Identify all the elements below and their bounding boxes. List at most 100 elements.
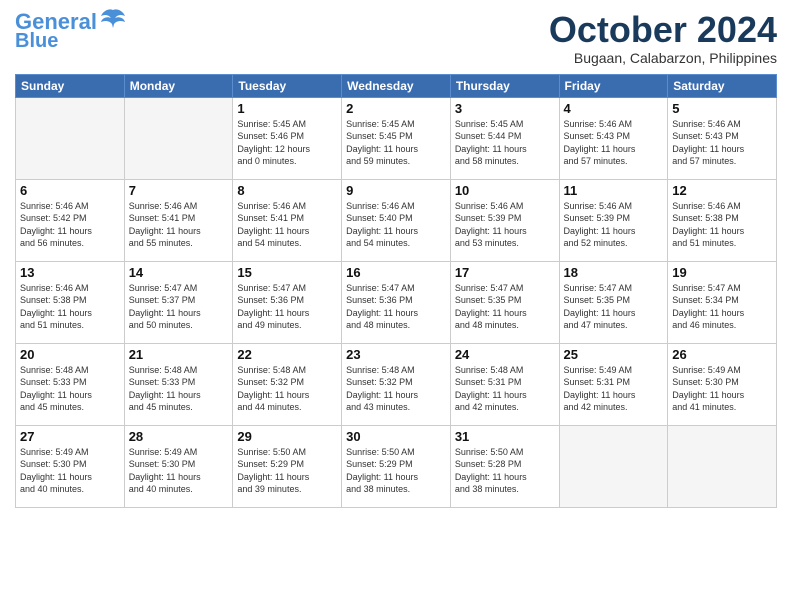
day-info: Sunrise: 5:45 AM Sunset: 5:45 PM Dayligh…: [346, 118, 446, 168]
calendar-cell: 12 Sunrise: 5:46 AM Sunset: 5:38 PM Dayli…: [668, 179, 777, 261]
day-number: 30: [346, 429, 446, 444]
day-info: Sunrise: 5:46 AM Sunset: 5:38 PM Dayligh…: [672, 200, 772, 250]
day-number: 21: [129, 347, 229, 362]
day-info: Sunrise: 5:47 AM Sunset: 5:35 PM Dayligh…: [455, 282, 555, 332]
day-info: Sunrise: 5:48 AM Sunset: 5:33 PM Dayligh…: [129, 364, 229, 414]
calendar-cell: 25 Sunrise: 5:49 AM Sunset: 5:31 PM Dayli…: [559, 343, 668, 425]
calendar-week-row: 1Sunrise: 5:45 AM Sunset: 5:46 PM Daylig…: [16, 97, 777, 179]
day-number: 25: [564, 347, 664, 362]
day-info: Sunrise: 5:46 AM Sunset: 5:43 PM Dayligh…: [672, 118, 772, 168]
day-number: 18: [564, 265, 664, 280]
calendar-cell: 19 Sunrise: 5:47 AM Sunset: 5:34 PM Dayli…: [668, 261, 777, 343]
day-info: Sunrise: 5:46 AM Sunset: 5:43 PM Dayligh…: [564, 118, 664, 168]
calendar-week-row: 13 Sunrise: 5:46 AM Sunset: 5:38 PM Dayli…: [16, 261, 777, 343]
month-title: October 2024: [549, 10, 777, 50]
day-info: Sunrise: 5:50 AM Sunset: 5:28 PM Dayligh…: [455, 446, 555, 496]
calendar-cell: 29 Sunrise: 5:50 AM Sunset: 5:29 PM Dayli…: [233, 425, 342, 507]
day-info: Sunrise: 5:47 AM Sunset: 5:36 PM Dayligh…: [237, 282, 337, 332]
day-number: 11: [564, 183, 664, 198]
day-info: Sunrise: 5:47 AM Sunset: 5:35 PM Dayligh…: [564, 282, 664, 332]
calendar-cell: 13 Sunrise: 5:46 AM Sunset: 5:38 PM Dayli…: [16, 261, 125, 343]
header: General Blue October 2024 Bugaan, Calaba…: [15, 10, 777, 66]
calendar-cell: 11 Sunrise: 5:46 AM Sunset: 5:39 PM Dayli…: [559, 179, 668, 261]
calendar-cell: 6 Sunrise: 5:46 AM Sunset: 5:42 PM Daylig…: [16, 179, 125, 261]
day-number: 17: [455, 265, 555, 280]
day-number: 13: [20, 265, 120, 280]
day-number: 14: [129, 265, 229, 280]
calendar-cell: 18 Sunrise: 5:47 AM Sunset: 5:35 PM Dayli…: [559, 261, 668, 343]
calendar-header-row: Sunday Monday Tuesday Wednesday Thursday…: [16, 74, 777, 97]
calendar-cell: 8 Sunrise: 5:46 AM Sunset: 5:41 PM Daylig…: [233, 179, 342, 261]
day-info: Sunrise: 5:47 AM Sunset: 5:34 PM Dayligh…: [672, 282, 772, 332]
calendar-cell: 21 Sunrise: 5:48 AM Sunset: 5:33 PM Dayli…: [124, 343, 233, 425]
day-number: 1: [237, 101, 337, 116]
day-number: 31: [455, 429, 555, 444]
day-info: Sunrise: 5:49 AM Sunset: 5:30 PM Dayligh…: [672, 364, 772, 414]
day-number: 19: [672, 265, 772, 280]
day-number: 5: [672, 101, 772, 116]
day-info: Sunrise: 5:50 AM Sunset: 5:29 PM Dayligh…: [237, 446, 337, 496]
calendar-cell: 2 Sunrise: 5:45 AM Sunset: 5:45 PM Daylig…: [342, 97, 451, 179]
day-info: Sunrise: 5:46 AM Sunset: 5:39 PM Dayligh…: [455, 200, 555, 250]
day-number: 2: [346, 101, 446, 116]
day-number: 22: [237, 347, 337, 362]
calendar-cell: [16, 97, 125, 179]
calendar-week-row: 6 Sunrise: 5:46 AM Sunset: 5:42 PM Daylig…: [16, 179, 777, 261]
calendar-cell: [559, 425, 668, 507]
day-info: Sunrise: 5:47 AM Sunset: 5:37 PM Dayligh…: [129, 282, 229, 332]
day-number: 8: [237, 183, 337, 198]
day-info: Sunrise: 5:49 AM Sunset: 5:30 PM Dayligh…: [129, 446, 229, 496]
day-info: Sunrise: 5:45 AM Sunset: 5:44 PM Dayligh…: [455, 118, 555, 168]
day-info: Sunrise: 5:46 AM Sunset: 5:41 PM Dayligh…: [129, 200, 229, 250]
day-number: 29: [237, 429, 337, 444]
calendar-cell: 26 Sunrise: 5:49 AM Sunset: 5:30 PM Dayli…: [668, 343, 777, 425]
col-wednesday: Wednesday: [342, 74, 451, 97]
day-info: Sunrise: 5:47 AM Sunset: 5:36 PM Dayligh…: [346, 282, 446, 332]
day-number: 24: [455, 347, 555, 362]
day-number: 6: [20, 183, 120, 198]
col-monday: Monday: [124, 74, 233, 97]
day-info: Sunrise: 5:49 AM Sunset: 5:31 PM Dayligh…: [564, 364, 664, 414]
calendar-cell: 9 Sunrise: 5:46 AM Sunset: 5:40 PM Daylig…: [342, 179, 451, 261]
day-info: Sunrise: 5:46 AM Sunset: 5:41 PM Dayligh…: [237, 200, 337, 250]
calendar-cell: 22Sunrise: 5:48 AM Sunset: 5:32 PM Dayli…: [233, 343, 342, 425]
logo: General Blue: [15, 10, 127, 52]
logo-blue: Blue: [15, 30, 58, 52]
col-thursday: Thursday: [450, 74, 559, 97]
calendar-cell: 28 Sunrise: 5:49 AM Sunset: 5:30 PM Dayli…: [124, 425, 233, 507]
calendar-cell: 15 Sunrise: 5:47 AM Sunset: 5:36 PM Dayli…: [233, 261, 342, 343]
day-info: Sunrise: 5:46 AM Sunset: 5:38 PM Dayligh…: [20, 282, 120, 332]
calendar-cell: 20Sunrise: 5:48 AM Sunset: 5:33 PM Dayli…: [16, 343, 125, 425]
calendar-cell: 10 Sunrise: 5:46 AM Sunset: 5:39 PM Dayli…: [450, 179, 559, 261]
day-number: 28: [129, 429, 229, 444]
day-number: 16: [346, 265, 446, 280]
day-number: 15: [237, 265, 337, 280]
day-info: Sunrise: 5:48 AM Sunset: 5:31 PM Dayligh…: [455, 364, 555, 414]
day-number: 10: [455, 183, 555, 198]
calendar-cell: 1Sunrise: 5:45 AM Sunset: 5:46 PM Daylig…: [233, 97, 342, 179]
col-tuesday: Tuesday: [233, 74, 342, 97]
day-info: Sunrise: 5:48 AM Sunset: 5:32 PM Dayligh…: [346, 364, 446, 414]
day-info: Sunrise: 5:46 AM Sunset: 5:39 PM Dayligh…: [564, 200, 664, 250]
day-info: Sunrise: 5:48 AM Sunset: 5:33 PM Dayligh…: [20, 364, 120, 414]
day-info: Sunrise: 5:46 AM Sunset: 5:40 PM Dayligh…: [346, 200, 446, 250]
calendar-cell: 16 Sunrise: 5:47 AM Sunset: 5:36 PM Dayli…: [342, 261, 451, 343]
calendar-week-row: 20Sunrise: 5:48 AM Sunset: 5:33 PM Dayli…: [16, 343, 777, 425]
location-subtitle: Bugaan, Calabarzon, Philippines: [549, 50, 777, 66]
col-friday: Friday: [559, 74, 668, 97]
calendar-cell: 17 Sunrise: 5:47 AM Sunset: 5:35 PM Dayli…: [450, 261, 559, 343]
day-number: 12: [672, 183, 772, 198]
day-info: Sunrise: 5:46 AM Sunset: 5:42 PM Dayligh…: [20, 200, 120, 250]
day-number: 26: [672, 347, 772, 362]
day-number: 3: [455, 101, 555, 116]
day-number: 4: [564, 101, 664, 116]
calendar-cell: 7 Sunrise: 5:46 AM Sunset: 5:41 PM Daylig…: [124, 179, 233, 261]
col-saturday: Saturday: [668, 74, 777, 97]
day-number: 9: [346, 183, 446, 198]
calendar-cell: 31 Sunrise: 5:50 AM Sunset: 5:28 PM Dayli…: [450, 425, 559, 507]
day-number: 23: [346, 347, 446, 362]
day-info: Sunrise: 5:49 AM Sunset: 5:30 PM Dayligh…: [20, 446, 120, 496]
calendar-cell: 30Sunrise: 5:50 AM Sunset: 5:29 PM Dayli…: [342, 425, 451, 507]
calendar-week-row: 27Sunrise: 5:49 AM Sunset: 5:30 PM Dayli…: [16, 425, 777, 507]
day-number: 7: [129, 183, 229, 198]
